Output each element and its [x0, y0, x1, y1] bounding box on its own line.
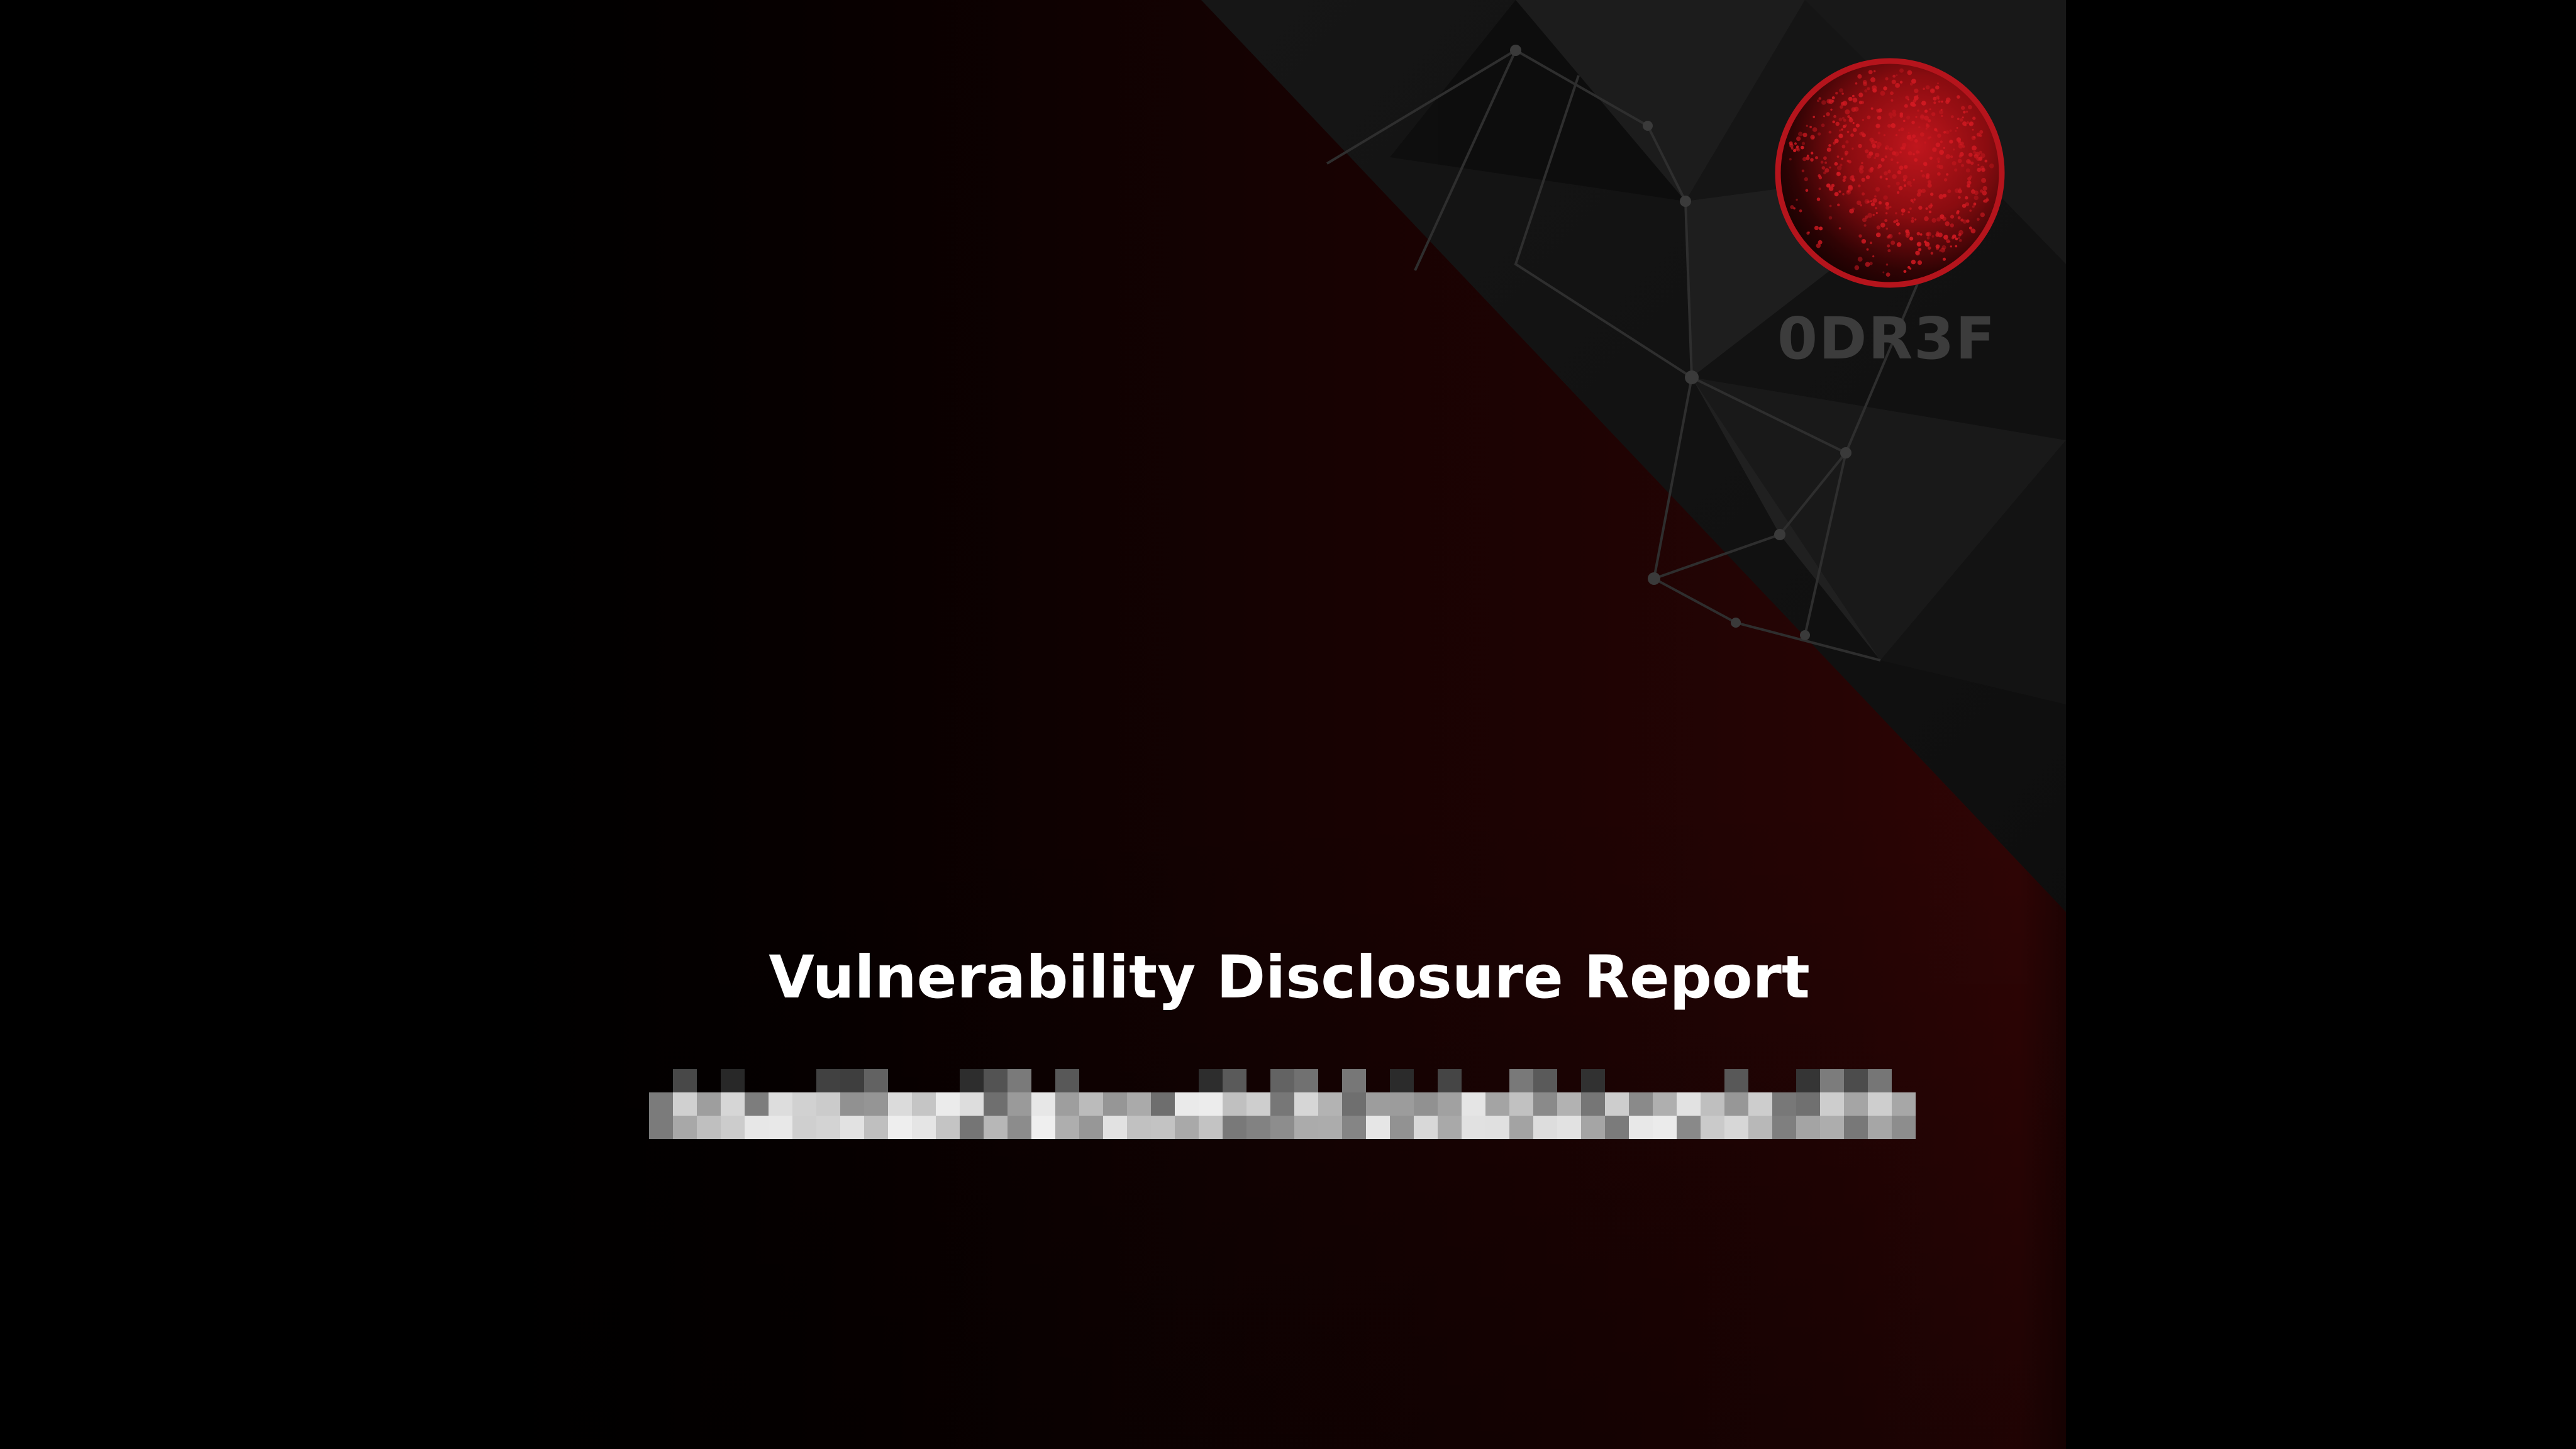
report-title: Vulnerability Disclosure Report: [769, 943, 1810, 1012]
redacted-subtitle: [649, 1069, 1916, 1139]
report-cover-page: 0DR3F Vulnerability Disclosure Report: [0, 0, 2576, 1449]
brand-name: 0DR3F: [1777, 305, 1997, 372]
brand-seal-icon: [1775, 58, 2005, 288]
